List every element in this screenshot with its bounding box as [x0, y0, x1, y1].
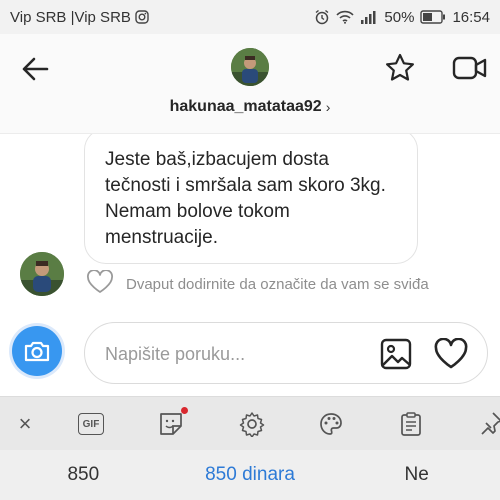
chat-header: hakunaa_matataa92 › [0, 34, 500, 134]
heart-icon [434, 338, 468, 369]
message-input[interactable] [105, 341, 365, 367]
signal-icon [360, 10, 378, 24]
suggestion-3[interactable]: Ne [333, 464, 500, 486]
status-right: 50% 16:54 [314, 9, 490, 26]
suggestion-bar: 850 850 dinara Ne [0, 450, 500, 500]
sticker-button[interactable] [156, 407, 188, 439]
sticker-icon [160, 413, 182, 435]
pin-button[interactable] [476, 409, 500, 439]
keyboard-toolbar: × GIF [0, 396, 500, 450]
clipboard-icon [401, 412, 421, 436]
gif-button[interactable]: GIF [76, 409, 106, 439]
video-call-button[interactable] [450, 50, 490, 86]
clipboard-button[interactable] [396, 409, 426, 439]
heart-outline-icon[interactable] [86, 269, 114, 298]
username-link[interactable]: hakunaa_matataa92 › [0, 98, 500, 116]
settings-button[interactable] [237, 409, 267, 439]
theme-button[interactable] [316, 409, 346, 439]
back-button[interactable] [18, 52, 52, 86]
close-icon: × [18, 411, 32, 436]
video-call-icon [452, 56, 487, 80]
camera-button[interactable] [12, 326, 62, 376]
gif-label: GIF [82, 418, 100, 430]
header-edge [84, 126, 418, 134]
notification-dot [181, 407, 188, 414]
instagram-notification-icon [135, 10, 149, 24]
message-composer [84, 322, 488, 384]
status-bar: Vip SRB |Vip SRB 50% 16:54 [0, 0, 500, 34]
status-left: Vip SRB |Vip SRB [10, 9, 149, 26]
header-avatar[interactable] [231, 48, 269, 86]
like-hint-text: Dvaput dodirnite da označite da vam se s… [126, 275, 429, 293]
carrier-label: Vip SRB |Vip SRB [10, 8, 131, 26]
like-hint: Dvaput dodirnite da označite da vam se s… [86, 269, 429, 298]
pin-icon [481, 412, 500, 435]
battery-percent: 50% [384, 8, 415, 26]
back-arrow-icon [22, 57, 49, 81]
image-gallery-icon [380, 338, 412, 370]
message-bubble[interactable]: Jeste baš,izbacujem dosta tečnosti i smr… [84, 128, 418, 264]
chevron-right-icon: › [325, 99, 331, 115]
theme-palette-icon [320, 413, 342, 435]
wifi-icon [336, 10, 355, 24]
star-icon [386, 53, 414, 81]
clock-time: 16:54 [452, 8, 490, 26]
sender-avatar[interactable] [20, 252, 64, 296]
favorite-button[interactable] [382, 50, 418, 86]
close-toolbar-button[interactable]: × [10, 409, 40, 439]
alarm-icon [314, 9, 330, 25]
username: hakunaa_matataa92 [169, 98, 322, 115]
gallery-button[interactable] [379, 337, 413, 371]
battery-icon [420, 10, 446, 24]
gif-icon: GIF [78, 413, 104, 435]
settings-icon [239, 412, 265, 437]
message-text: Jeste baš,izbacujem dosta tečnosti i smr… [105, 149, 386, 248]
like-button[interactable] [431, 335, 471, 373]
suggestion-2[interactable]: 850 dinara [167, 464, 334, 486]
camera-icon [24, 341, 50, 362]
suggestion-1[interactable]: 850 [0, 464, 167, 486]
